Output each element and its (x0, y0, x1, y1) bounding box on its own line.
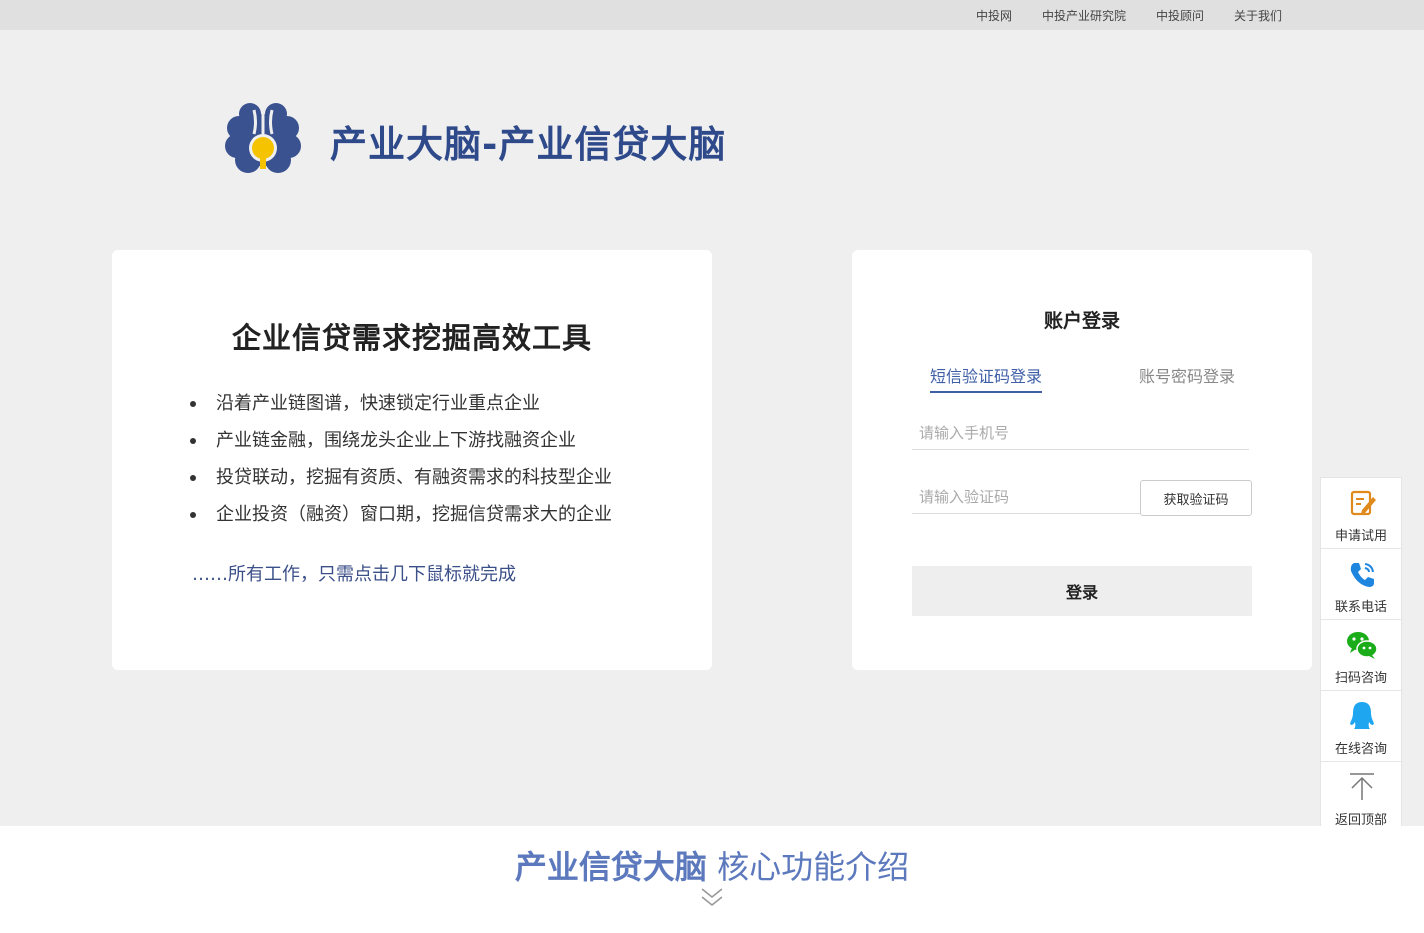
top-bar: 中投网 中投产业研究院 中投顾问 关于我们 (0, 0, 1424, 30)
tab-sms-login[interactable]: 短信验证码登录 (930, 363, 1043, 393)
feature-item: 投贷联动，挖掘有资质、有融资需求的科技型企业 (190, 466, 612, 503)
sidebar-item-scan-consult[interactable]: 扫码咨询 (1321, 620, 1401, 691)
sidebar-item-apply-trial[interactable]: 申请试用 (1321, 478, 1401, 549)
phone-icon (1345, 557, 1379, 591)
feature-item: 沿着产业链图谱，快速锁定行业重点企业 (190, 392, 612, 429)
login-title: 账户登录 (1043, 310, 1120, 332)
sidebar-label: 联系电话 (1334, 600, 1387, 615)
wechat-icon (1345, 628, 1379, 662)
phone-input[interactable] (912, 416, 1249, 450)
sidebar-label: 申请试用 (1334, 529, 1387, 544)
sidebar-item-back-to-top[interactable]: 返回顶部 (1321, 762, 1401, 833)
sidebar-label: 在线咨询 (1334, 742, 1387, 757)
sidebar-item-contact-phone[interactable]: 联系电话 (1321, 549, 1401, 620)
login-button[interactable]: 登录 (912, 566, 1252, 616)
qq-icon (1345, 699, 1379, 733)
intro-card: 企业信贷需求挖掘高效工具 沿着产业链图谱，快速锁定行业重点企业 产业链金融，围绕… (112, 250, 712, 670)
nav-link-zhongtou[interactable]: 中投网 (976, 7, 1012, 24)
sidebar-label: 扫码咨询 (1334, 671, 1387, 686)
feature-item: 企业投资（融资）窗口期，挖掘信贷需求大的企业 (190, 503, 612, 540)
section-title: 产业信贷大脑 核心功能介绍 (0, 842, 1424, 888)
sidebar-item-online-consult[interactable]: 在线咨询 (1321, 691, 1401, 762)
edit-icon (1345, 486, 1379, 520)
floating-sidebar: 申请试用 联系电话 扫码咨询 在线咨询 返回顶部 (1320, 477, 1402, 834)
feature-section: 产业信贷大脑 核心功能介绍 (0, 826, 1424, 933)
nav-link-about-us[interactable]: 关于我们 (1234, 7, 1282, 24)
double-chevron-down-icon[interactable] (700, 886, 724, 908)
nav-link-consulting[interactable]: 中投顾问 (1156, 7, 1204, 24)
intro-heading: 企业信贷需求挖掘高效工具 (231, 321, 592, 355)
verification-code-input[interactable] (912, 480, 1142, 514)
section-title-light: 核心功能介绍 (706, 848, 910, 886)
nav-link-research-institute[interactable]: 中投产业研究院 (1042, 7, 1126, 24)
tab-password-login[interactable]: 账号密码登录 (1139, 363, 1235, 391)
get-code-button[interactable]: 获取验证码 (1140, 480, 1252, 516)
brain-icon (224, 100, 302, 178)
section-title-strong: 产业信贷大脑 (514, 848, 707, 886)
back-to-top-icon (1345, 770, 1379, 804)
feature-list: 沿着产业链图谱，快速锁定行业重点企业 产业链金融，围绕龙头企业上下游找融资企业 … (190, 392, 612, 540)
tagline: ……所有工作，只需点击几下鼠标就完成 (192, 564, 516, 585)
brand-title: 产业大脑-产业信贷大脑 (330, 123, 727, 166)
login-card: 账户登录 短信验证码登录 账号密码登录 获取验证码 登录 (852, 250, 1312, 670)
feature-item: 产业链金融，围绕龙头企业上下游找融资企业 (190, 429, 612, 466)
